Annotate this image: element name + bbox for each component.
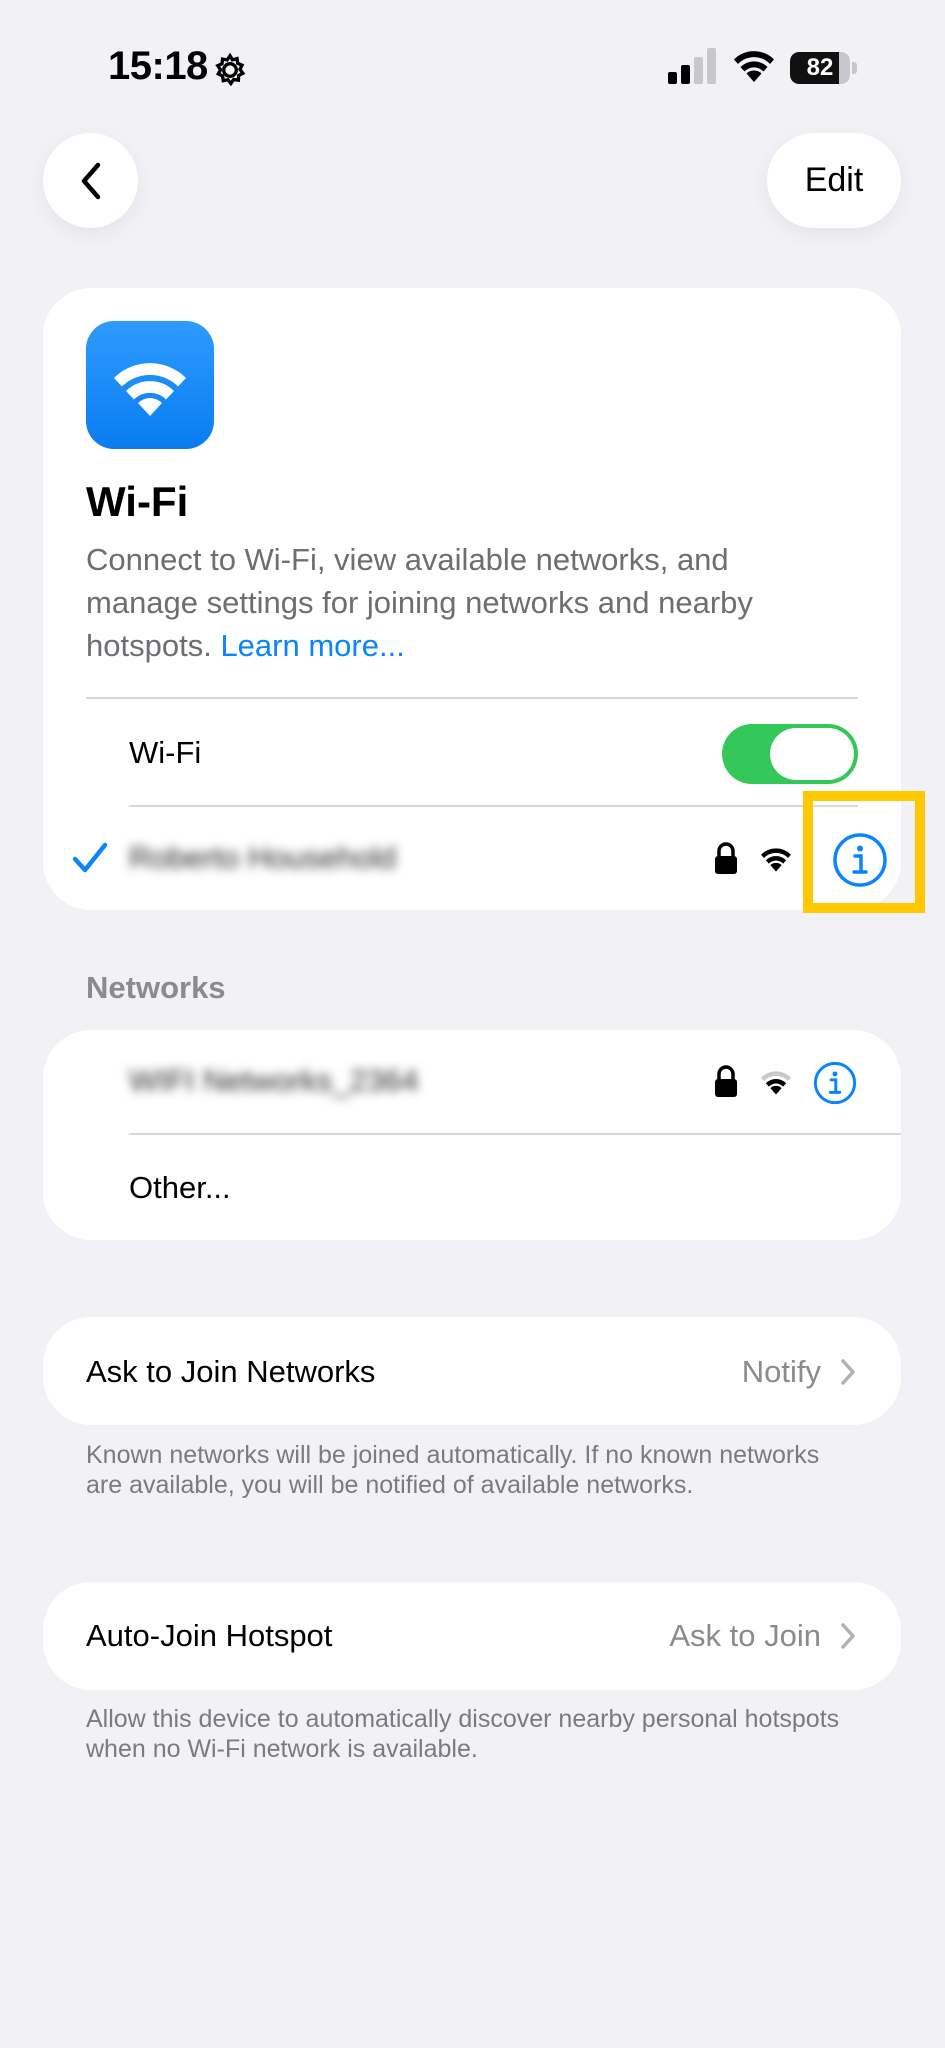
wifi-status-icon <box>734 51 774 82</box>
network-name: WIFI Networks_2364 <box>129 1063 419 1098</box>
auto-join-hotspot-label: Auto-Join Hotspot <box>86 1618 333 1653</box>
edit-button[interactable]: Edit <box>767 133 901 228</box>
networks-header: Networks <box>86 970 226 1005</box>
wifi-toggle-label: Wi-Fi <box>129 735 202 770</box>
wifi-toggle[interactable] <box>722 724 858 784</box>
toggle-knob <box>770 728 854 780</box>
wifi-icon <box>114 363 186 416</box>
divider <box>86 697 858 699</box>
chevron-right-icon <box>841 1359 855 1385</box>
cellular-signal-icon <box>668 48 716 84</box>
wifi-app-icon <box>86 321 214 449</box>
battery-percent: 82 <box>806 54 834 81</box>
wifi-description: Connect to Wi-Fi, view available network… <box>86 538 846 667</box>
auto-join-hotspot-footnote: Allow this device to automatically disco… <box>86 1705 840 1763</box>
lock-icon <box>715 842 737 874</box>
wifi-signal-icon <box>761 848 791 872</box>
description-text: Connect to Wi-Fi, view available network… <box>86 542 753 663</box>
ask-to-join-label: Ask to Join Networks <box>86 1354 376 1389</box>
ask-to-join-value: Notify <box>741 1354 821 1389</box>
page-title: Wi-Fi <box>86 478 189 525</box>
lock-icon <box>715 1065 737 1097</box>
gear-icon <box>215 52 246 87</box>
wifi-signal-icon <box>761 1071 791 1095</box>
back-button[interactable] <box>43 133 138 228</box>
battery-indicator: 82 <box>790 52 858 84</box>
learn-more-link[interactable]: Learn more... <box>220 628 404 663</box>
checkmark-icon <box>72 842 108 873</box>
auto-join-hotspot-value: Ask to Join <box>669 1618 821 1653</box>
chevron-left-icon <box>81 162 100 199</box>
other-network-label: Other... <box>129 1170 231 1205</box>
status-time: 15:18 <box>108 44 208 88</box>
chevron-right-icon <box>841 1623 855 1649</box>
highlight-box <box>803 791 925 913</box>
info-icon[interactable] <box>813 1061 857 1105</box>
connected-network-name: Roberto Household <box>129 840 397 875</box>
ask-to-join-footnote: Known networks will be joined automatica… <box>86 1441 820 1499</box>
